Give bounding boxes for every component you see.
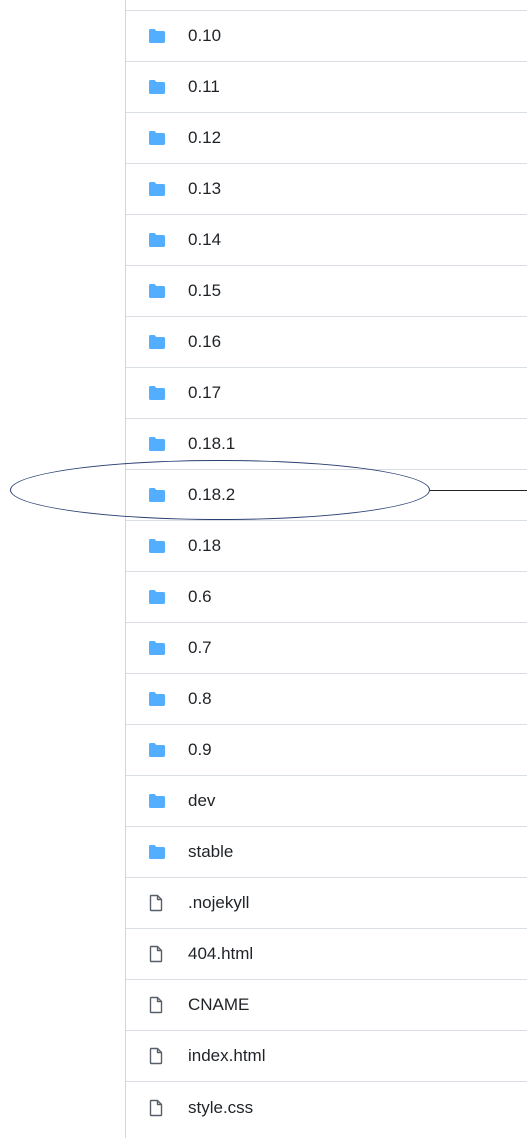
folder-link[interactable]: 0.18.1 [188,434,235,454]
file-icon [126,996,188,1014]
folder-icon [126,283,188,299]
file-row[interactable]: style.css [126,1082,527,1133]
folder-link[interactable]: stable [188,842,233,862]
file-link[interactable]: index.html [188,1046,265,1066]
folder-link[interactable]: 0.13 [188,179,221,199]
folder-row[interactable]: 0.12 [126,113,527,164]
file-link[interactable]: CNAME [188,995,249,1015]
file-icon [126,894,188,912]
file-list-rows: 0.10 0.11 0.12 0.13 0.14 0.15 0.16 0.17 0.18.1 0.… [126,11,527,1133]
folder-link[interactable]: 0.10 [188,26,221,46]
file-row[interactable]: CNAME [126,980,527,1031]
file-icon [126,1099,188,1117]
folder-link[interactable]: 0.6 [188,587,212,607]
folder-icon [126,385,188,401]
folder-icon [126,691,188,707]
folder-icon [126,487,188,503]
file-icon [126,945,188,963]
file-link[interactable]: 404.html [188,944,253,964]
file-icon [126,1047,188,1065]
folder-row[interactable]: 0.13 [126,164,527,215]
folder-row[interactable]: 0.9 [126,725,527,776]
folder-row[interactable]: 0.7 [126,623,527,674]
folder-row[interactable]: 0.15 [126,266,527,317]
folder-row[interactable]: 0.8 [126,674,527,725]
folder-link[interactable]: 0.17 [188,383,221,403]
folder-row[interactable]: 0.14 [126,215,527,266]
folder-link[interactable]: dev [188,791,215,811]
file-row[interactable]: .nojekyll [126,878,527,929]
folder-link[interactable]: 0.18.2 [188,485,235,505]
folder-icon [126,181,188,197]
folder-icon [126,742,188,758]
folder-row[interactable]: 0.18 [126,521,527,572]
folder-link[interactable]: 0.8 [188,689,212,709]
folder-row[interactable]: dev [126,776,527,827]
file-row[interactable]: 404.html [126,929,527,980]
folder-icon [126,79,188,95]
folder-icon [126,436,188,452]
file-link[interactable]: style.css [188,1098,253,1118]
file-link[interactable]: .nojekyll [188,893,249,913]
folder-link[interactable]: 0.14 [188,230,221,250]
folder-row[interactable]: 0.10 [126,11,527,62]
folder-link[interactable]: 0.18 [188,536,221,556]
folder-row[interactable]: 0.11 [126,62,527,113]
folder-icon [126,232,188,248]
folder-icon [126,589,188,605]
folder-icon [126,793,188,809]
folder-row[interactable]: 0.18.1 [126,419,527,470]
folder-link[interactable]: 0.9 [188,740,212,760]
folder-icon [126,640,188,656]
file-list: 0.10 0.11 0.12 0.13 0.14 0.15 0.16 0.17 0.18.1 0.… [125,0,527,1138]
folder-icon [126,844,188,860]
folder-icon [126,334,188,350]
folder-icon [126,538,188,554]
folder-row[interactable]: 0.16 [126,317,527,368]
folder-link[interactable]: 0.16 [188,332,221,352]
folder-icon [126,28,188,44]
file-row[interactable]: index.html [126,1031,527,1082]
folder-link[interactable]: 0.7 [188,638,212,658]
folder-icon [126,130,188,146]
folder-row[interactable]: 0.17 [126,368,527,419]
folder-row[interactable]: 0.18.2 [126,470,527,521]
folder-link[interactable]: 0.15 [188,281,221,301]
file-list-top-border [126,0,527,11]
folder-link[interactable]: 0.11 [188,77,220,97]
folder-row[interactable]: 0.6 [126,572,527,623]
folder-link[interactable]: 0.12 [188,128,221,148]
folder-row[interactable]: stable [126,827,527,878]
